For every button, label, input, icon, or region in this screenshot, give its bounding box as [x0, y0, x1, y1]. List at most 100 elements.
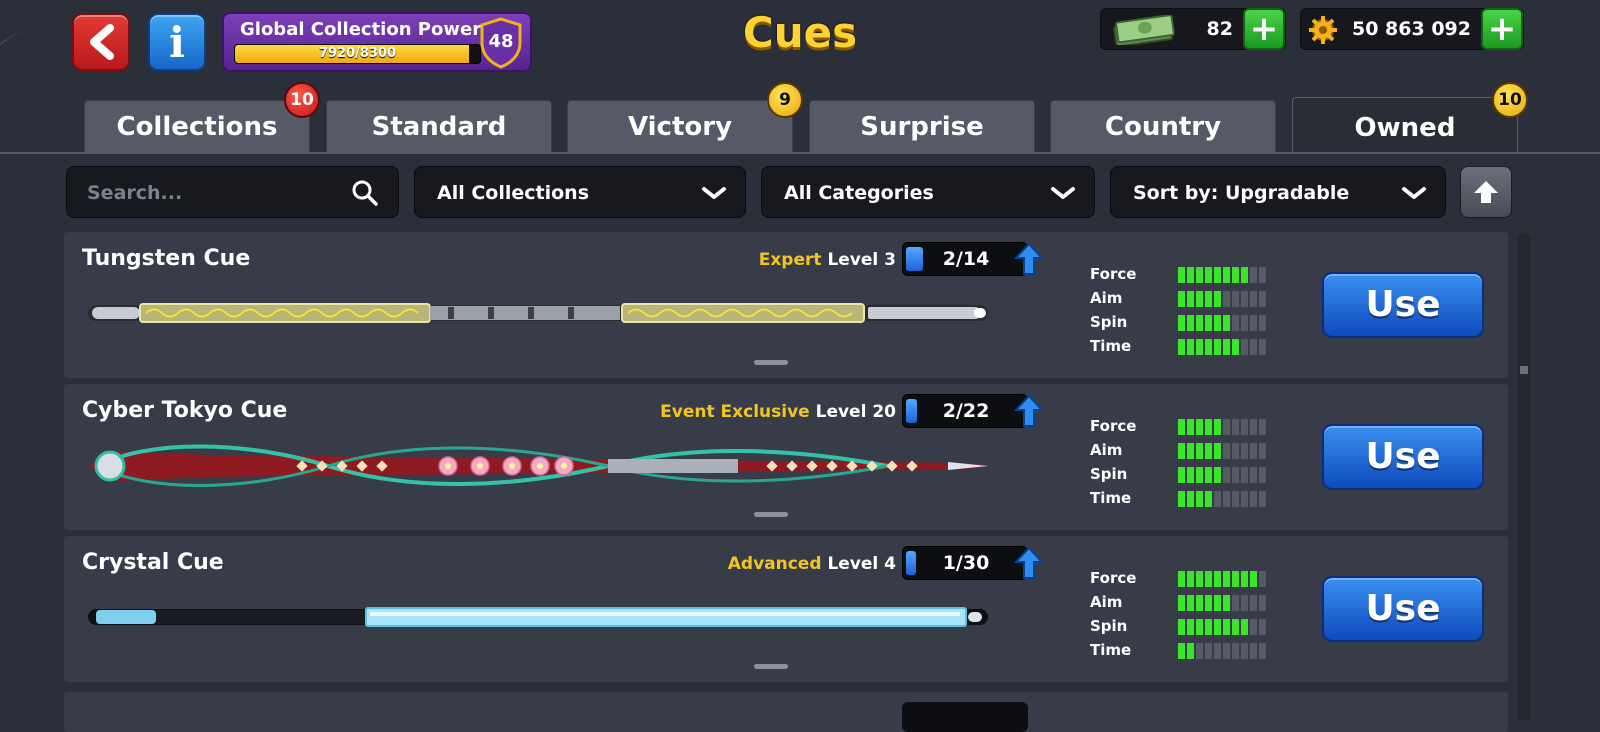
- upgrade-arrow-icon[interactable]: [1013, 394, 1045, 432]
- stat-segment: [1250, 619, 1257, 635]
- stat-segment: [1232, 643, 1239, 659]
- cue-rarity-level: Event Exclusive Level 20: [660, 402, 896, 422]
- chevron-down-icon: [1402, 187, 1426, 199]
- stat-segment: [1178, 419, 1185, 435]
- cue-progress-box: [902, 702, 1028, 732]
- stat-segment: [1223, 595, 1230, 611]
- stat-segment: [1223, 315, 1230, 331]
- stat-segment: [1223, 619, 1230, 635]
- plus-icon: +: [1249, 9, 1279, 49]
- stat-segment: [1232, 571, 1239, 587]
- stat-segment: [1250, 595, 1257, 611]
- tab-standard[interactable]: Standard: [326, 100, 552, 152]
- stat-segment: [1232, 267, 1239, 283]
- sort-dropdown[interactable]: Sort by: Upgradable: [1110, 166, 1446, 218]
- tab-label: Surprise: [860, 112, 984, 142]
- expand-handle[interactable]: [754, 664, 788, 669]
- back-button[interactable]: [72, 13, 130, 71]
- plus-icon: +: [1487, 9, 1517, 49]
- stat-segment: [1196, 467, 1203, 483]
- cue-rarity: Event Exclusive: [660, 402, 810, 422]
- stat-bar: [1178, 291, 1266, 307]
- cue-progress-text: 2/22: [942, 400, 990, 422]
- stat-segment: [1187, 491, 1194, 507]
- stat-segment: [1259, 467, 1266, 483]
- stat-label: Time: [1090, 641, 1132, 659]
- gcp-progress-text: 7920/8300: [318, 46, 397, 61]
- cue-card[interactable]: Crystal Cue Advanced Level 4 1/30 Force Aim S…: [64, 536, 1508, 682]
- category-dropdown[interactable]: All Categories: [761, 166, 1095, 218]
- cue-rarity-level: Advanced Level 4: [728, 554, 896, 574]
- stat-segment: [1250, 467, 1257, 483]
- stat-label: Aim: [1090, 441, 1123, 459]
- search-box[interactable]: [66, 166, 399, 218]
- sort-direction-button[interactable]: [1460, 166, 1512, 218]
- stat-segment: [1241, 443, 1248, 459]
- stat-segment: [1196, 619, 1203, 635]
- cue-progress-box: 2/22: [902, 394, 1028, 428]
- cue-card[interactable]: Cyber Tokyo Cue Event Exclusive Level 20 2…: [64, 384, 1508, 530]
- cue-card[interactable]: Tungsten Cue Expert Level 3 2/14 Force Aim Sp…: [64, 232, 1508, 378]
- stat-segment: [1196, 571, 1203, 587]
- add-coins-button[interactable]: +: [1481, 8, 1523, 50]
- use-button[interactable]: Use: [1322, 424, 1484, 490]
- gcp-title: Global Collection Power: [240, 19, 482, 40]
- cue-level: Level 20: [815, 402, 896, 422]
- global-collection-power-panel[interactable]: Global Collection Power 7920/8300 48: [222, 12, 532, 72]
- collection-dropdown[interactable]: All Collections: [414, 166, 746, 218]
- stat-segment: [1178, 595, 1185, 611]
- use-button[interactable]: Use: [1322, 576, 1484, 642]
- cue-card-partial: [64, 692, 1508, 732]
- tab-underline: [0, 152, 1600, 154]
- stat-segment: [1232, 443, 1239, 459]
- tab-collections[interactable]: Collections: [84, 100, 310, 152]
- stat-segment: [1214, 619, 1221, 635]
- coins-counter: 50 863 092 +: [1300, 8, 1524, 50]
- stat-segment: [1241, 419, 1248, 435]
- stat-segment: [1214, 419, 1221, 435]
- search-icon[interactable]: [352, 180, 378, 206]
- chevron-down-icon: [702, 187, 726, 199]
- cash-icon: [1113, 15, 1175, 45]
- stat-segment: [1241, 491, 1248, 507]
- stat-segment: [1232, 419, 1239, 435]
- gcp-progress-bar: 7920/8300: [234, 44, 481, 64]
- stat-segment: [1196, 595, 1203, 611]
- stat-segment: [1214, 291, 1221, 307]
- info-button[interactable]: i: [148, 13, 206, 71]
- tab-owned[interactable]: Owned: [1292, 97, 1518, 153]
- add-cash-button[interactable]: +: [1243, 8, 1285, 50]
- upgrade-arrow-icon[interactable]: [1013, 242, 1045, 280]
- scrollbar-thumb[interactable]: [1520, 366, 1528, 374]
- scrollbar-track[interactable]: [1517, 234, 1531, 720]
- cue-level: Level 4: [827, 554, 896, 574]
- use-button[interactable]: Use: [1322, 272, 1484, 338]
- search-input[interactable]: [85, 175, 339, 211]
- stat-bar: [1178, 643, 1266, 659]
- tab-owned-badge: 10: [1492, 82, 1528, 118]
- stat-segment: [1187, 267, 1194, 283]
- stat-segment: [1178, 315, 1185, 331]
- tab-surprise[interactable]: Surprise: [809, 100, 1035, 152]
- stat-label: Spin: [1090, 313, 1128, 331]
- stat-label: Spin: [1090, 465, 1128, 483]
- stat-segment: [1232, 595, 1239, 611]
- stat-bar: [1178, 595, 1266, 611]
- tab-country[interactable]: Country: [1050, 100, 1276, 152]
- expand-handle[interactable]: [754, 360, 788, 365]
- stat-segment: [1250, 267, 1257, 283]
- stat-segment: [1205, 571, 1212, 587]
- stat-segment: [1223, 267, 1230, 283]
- sort-dropdown-label: Sort by: Upgradable: [1133, 182, 1350, 204]
- cue-progress-text: 1/30: [942, 552, 990, 574]
- stat-bar: [1178, 419, 1266, 435]
- expand-handle[interactable]: [754, 512, 788, 517]
- stat-bar: [1178, 467, 1266, 483]
- upgrade-arrow-icon[interactable]: [1013, 546, 1045, 584]
- tab-label: Collections: [116, 112, 278, 142]
- stat-segment: [1259, 571, 1266, 587]
- tab-victory[interactable]: Victory: [567, 100, 793, 152]
- cue-name: Tungsten Cue: [82, 246, 251, 271]
- stat-segment: [1187, 291, 1194, 307]
- stat-segment: [1205, 443, 1212, 459]
